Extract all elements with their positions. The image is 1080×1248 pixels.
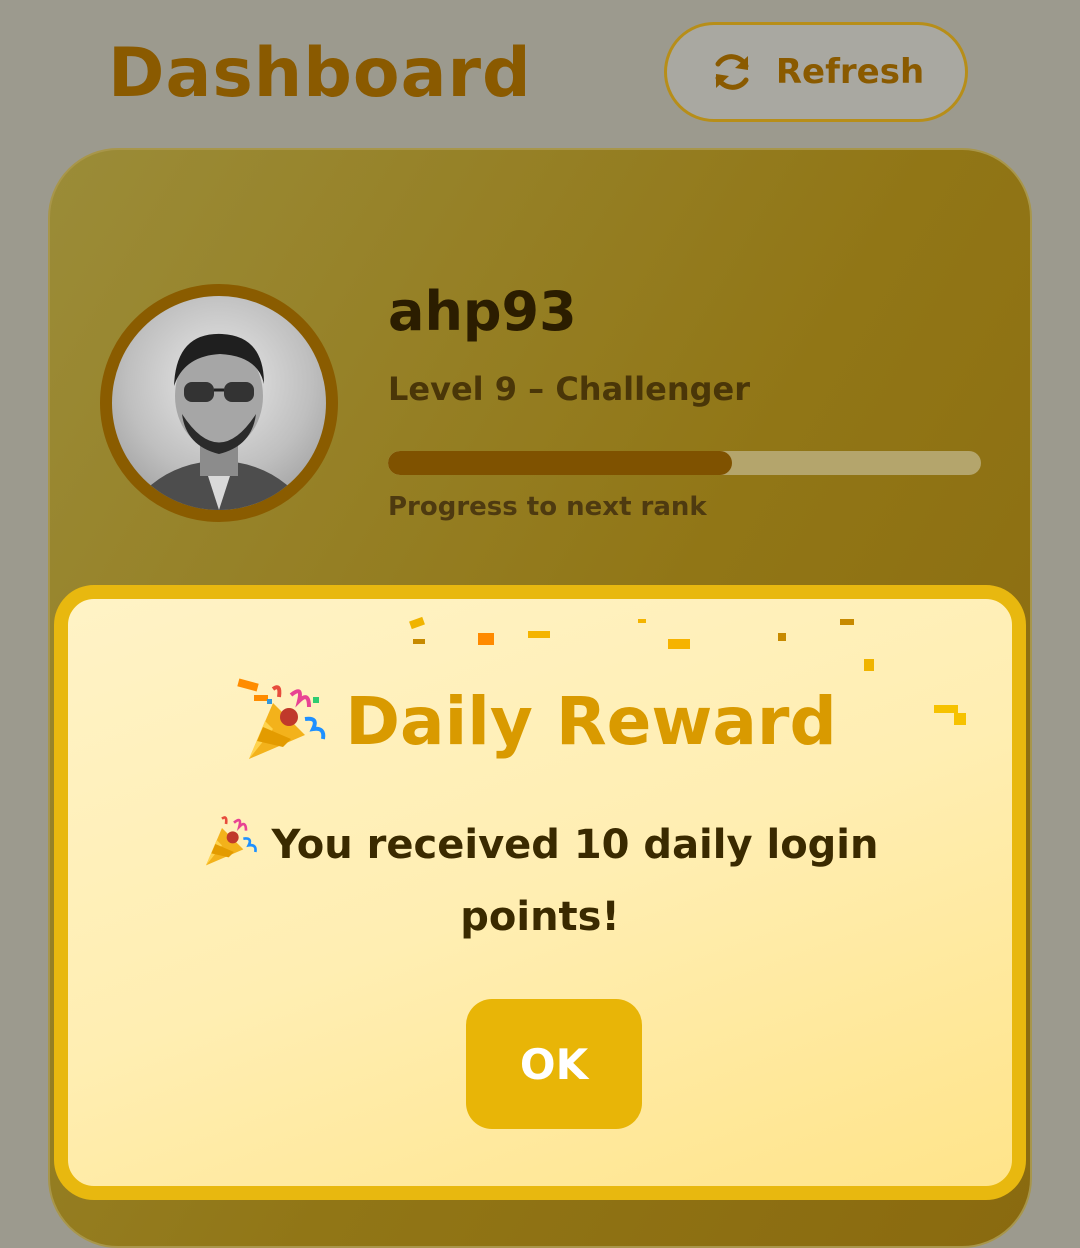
confetti-piece [478,633,494,645]
modal-title: Daily Reward [68,679,1012,763]
progress-label: Progress to next rank [388,492,707,522]
modal-message-text: You received 10 daily login points! [271,822,879,940]
refresh-button[interactable]: Refresh [664,22,968,122]
page-title: Dashboard [108,34,532,113]
daily-reward-modal: Daily Reward You received 10 daily login… [54,585,1026,1200]
confetti-piece [528,631,550,638]
confetti-piece [778,633,786,641]
refresh-label: Refresh [775,52,925,92]
confetti-piece [668,639,690,649]
refresh-icon [715,54,749,90]
modal-title-text: Daily Reward [345,682,837,760]
modal-message: You received 10 daily login points! [188,809,892,953]
confetti-piece [413,639,425,644]
party-popper-icon [249,685,326,759]
avatar[interactable] [100,284,338,522]
rank-progress-fill [388,451,732,475]
rank-progress-bar [388,451,981,475]
avatar-photo [131,333,307,510]
confetti-piece [409,616,425,630]
level-text: Level 9 – Challenger [388,370,750,408]
party-popper-icon [205,816,257,866]
confetti-piece [864,659,874,671]
ok-button[interactable]: OK [466,999,642,1129]
confetti-piece [638,619,646,623]
confetti-piece [840,619,854,625]
username: ahp93 [388,280,577,343]
